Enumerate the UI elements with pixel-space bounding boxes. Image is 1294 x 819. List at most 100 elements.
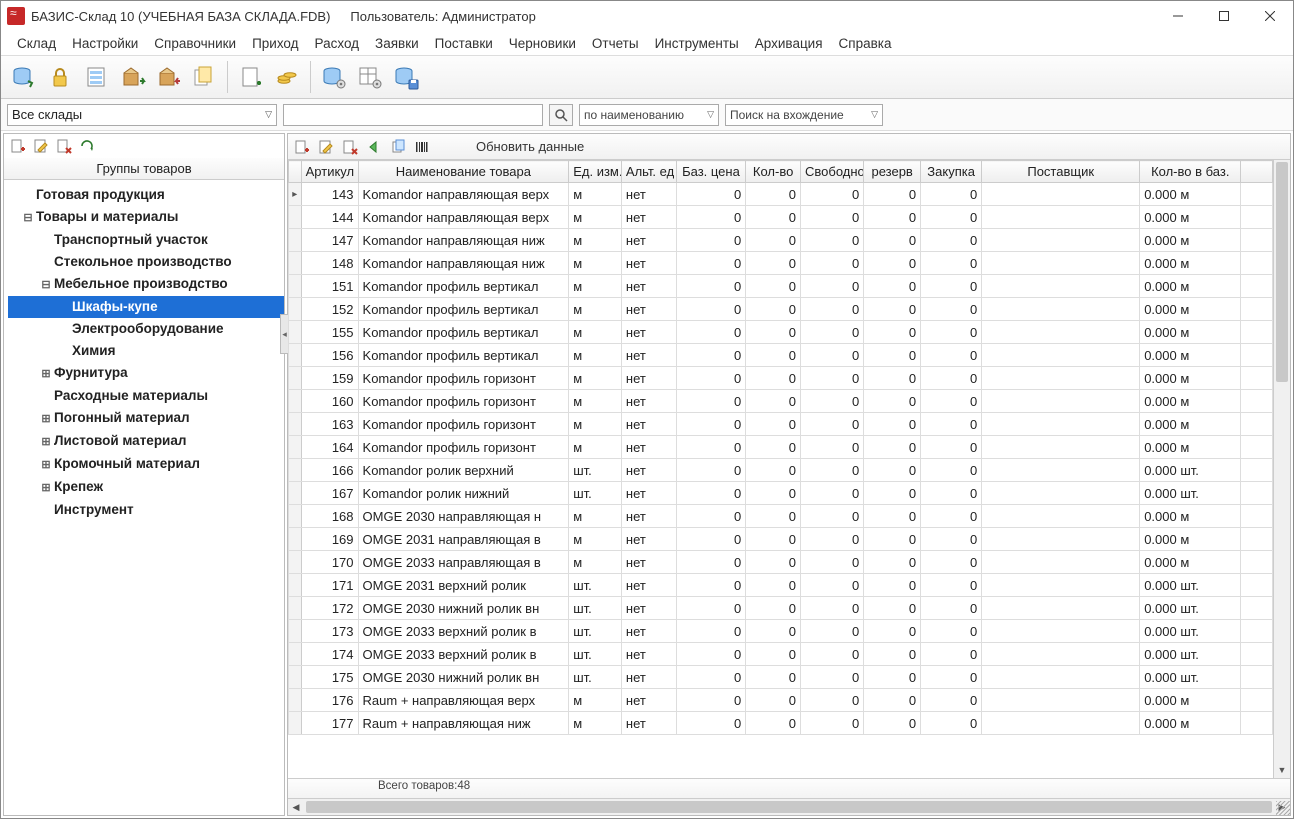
row-edit-button[interactable] [316,137,336,157]
minimize-button[interactable] [1155,1,1201,31]
collapse-left-handle[interactable]: ◂ [280,314,288,354]
tree-expander-icon[interactable]: ⊞ [40,363,52,385]
pkg-in-button[interactable] [115,60,149,94]
column-header[interactable]: Кол-во [746,161,801,183]
search-button[interactable] [549,104,573,126]
table-row[interactable]: 156Komandor профиль вертикалмнет000000.0… [289,344,1273,367]
tree-add-button[interactable] [8,136,28,156]
column-header[interactable] [1241,161,1273,183]
column-header[interactable]: Баз. цена [676,161,746,183]
table-row[interactable]: 148Komandor направляющая нижмнет000000.0… [289,252,1273,275]
tree-expander-icon[interactable]: ⊞ [40,431,52,453]
menu-item-справочники[interactable]: Справочники [146,34,244,53]
table-row[interactable]: 151Komandor профиль вертикалмнет000000.0… [289,275,1273,298]
search-mode-select[interactable]: по наименованию▽ [579,104,719,126]
table-row[interactable]: 167Komandor ролик нижнийшт.нет000000.000… [289,482,1273,505]
doc-plus-button[interactable] [234,60,268,94]
tree-item[interactable]: ⊟Мебельное производство [8,273,284,296]
table-row[interactable]: 176Raum + направляющая верхмнет000000.00… [289,689,1273,712]
pkg-out-button[interactable] [151,60,185,94]
menu-item-инструменты[interactable]: Инструменты [647,34,747,53]
column-header[interactable]: Закупка [921,161,982,183]
tree-item[interactable]: Инструмент [8,499,284,521]
warehouse-select[interactable]: Все склады ▽ [7,104,277,126]
table-row[interactable]: 170OMGE 2033 направляющая вмнет000000.00… [289,551,1273,574]
lock-button[interactable] [43,60,77,94]
close-button[interactable] [1247,1,1293,31]
table-row[interactable]: 168OMGE 2030 направляющая нмнет000000.00… [289,505,1273,528]
multi-doc-button[interactable] [187,60,221,94]
scroll-thumb[interactable] [1276,162,1288,382]
menu-item-заявки[interactable]: Заявки [367,34,427,53]
db-gear-button[interactable] [317,60,351,94]
menu-item-склад[interactable]: Склад [9,34,64,53]
table-row[interactable]: 175OMGE 2030 нижний ролик вншт.нет000000… [289,666,1273,689]
table-row[interactable]: 169OMGE 2031 направляющая вмнет000000.00… [289,528,1273,551]
table-row[interactable]: 166Komandor ролик верхнийшт.нет000000.00… [289,459,1273,482]
table-row[interactable]: 164Komandor профиль горизонтмнет000000.0… [289,436,1273,459]
column-header[interactable] [289,161,302,183]
column-header[interactable]: Наименование товара [358,161,569,183]
tree-expander-icon[interactable]: ⊞ [40,408,52,430]
tree-item[interactable]: Электрооборудование [8,318,284,340]
tree-item[interactable]: Транспортный участок [8,229,284,251]
search-match-select[interactable]: Поиск на вхождение▽ [725,104,883,126]
doc-grid-button[interactable] [79,60,113,94]
column-header[interactable]: Свободно [801,161,864,183]
product-groups-tree[interactable]: Готовая продукция⊟Товары и материалыТран… [4,180,284,815]
search-input[interactable] [283,104,543,126]
table-row[interactable]: 147Komandor направляющая нижмнет000000.0… [289,229,1273,252]
table-row[interactable]: 152Komandor профиль вертикалмнет000000.0… [289,298,1273,321]
table-row[interactable]: 155Komandor профиль вертикалмнет000000.0… [289,321,1273,344]
scroll-left-icon[interactable]: ◀ [288,799,304,815]
db-refresh-button[interactable] [7,60,41,94]
tree-item[interactable]: ⊞Погонный материал [8,407,284,430]
table-row[interactable]: 160Komandor профиль горизонтмнет000000.0… [289,390,1273,413]
menu-item-поставки[interactable]: Поставки [427,34,501,53]
refresh-data-label[interactable]: Обновить данные [476,139,584,154]
table-row[interactable]: 144Komandor направляющая верхмнет000000.… [289,206,1273,229]
row-del-button[interactable] [340,137,360,157]
vertical-scrollbar[interactable]: ▲ ▼ [1273,160,1290,778]
maximize-button[interactable] [1201,1,1247,31]
menu-item-отчеты[interactable]: Отчеты [584,34,647,53]
tree-item[interactable]: Шкафы-купе [8,296,284,318]
table-row[interactable]: 174OMGE 2033 верхний ролик вшт.нет000000… [289,643,1273,666]
scroll-down-icon[interactable]: ▼ [1274,762,1290,778]
row-add-button[interactable] [292,137,312,157]
menu-item-справка[interactable]: Справка [831,34,900,53]
tree-expander-icon[interactable]: ⊟ [22,207,34,229]
tree-del-button[interactable] [54,136,74,156]
barcode-button[interactable] [412,137,432,157]
back-button[interactable] [364,137,384,157]
column-header[interactable]: резерв [864,161,921,183]
table-row[interactable]: ▸143Komandor направляющая верхмнет000000… [289,183,1273,206]
tree-expander-icon[interactable]: ⊞ [40,477,52,499]
column-header[interactable]: Альт. ед [621,161,676,183]
column-header[interactable]: Артикул [301,161,358,183]
table-row[interactable]: 177Raum + направляющая нижмнет000000.000… [289,712,1273,735]
hscroll-thumb[interactable] [306,801,1272,813]
grid-gear-button[interactable] [353,60,387,94]
tree-item[interactable]: Химия [8,340,284,362]
copy-button[interactable] [388,137,408,157]
tree-expander-icon[interactable]: ⊞ [40,454,52,476]
tree-item[interactable]: ⊞Кромочный материал [8,453,284,476]
horizontal-scrollbar[interactable]: ◀ ▶ [288,798,1290,815]
menu-item-черновики[interactable]: Черновики [501,34,584,53]
tree-item[interactable]: ⊞Крепеж [8,476,284,499]
menu-item-настройки[interactable]: Настройки [64,34,146,53]
column-header[interactable]: Кол-во в баз. [1140,161,1241,183]
table-row[interactable]: 172OMGE 2030 нижний ролик вншт.нет000000… [289,597,1273,620]
menu-item-приход[interactable]: Приход [244,34,306,53]
table-row[interactable]: 173OMGE 2033 верхний ролик вшт.нет000000… [289,620,1273,643]
column-header[interactable]: Ед. изм. [569,161,622,183]
tree-edit-button[interactable] [31,136,51,156]
tree-refresh-button[interactable] [77,136,97,156]
menu-item-расход[interactable]: Расход [307,34,368,53]
grid-scroll[interactable]: АртикулНаименование товараЕд. изм.Альт. … [288,160,1273,778]
tree-expander-icon[interactable]: ⊟ [40,274,52,296]
db-save-button[interactable] [389,60,423,94]
resize-grip[interactable] [1276,801,1290,815]
tree-item[interactable]: ⊟Товары и материалы [8,206,284,229]
